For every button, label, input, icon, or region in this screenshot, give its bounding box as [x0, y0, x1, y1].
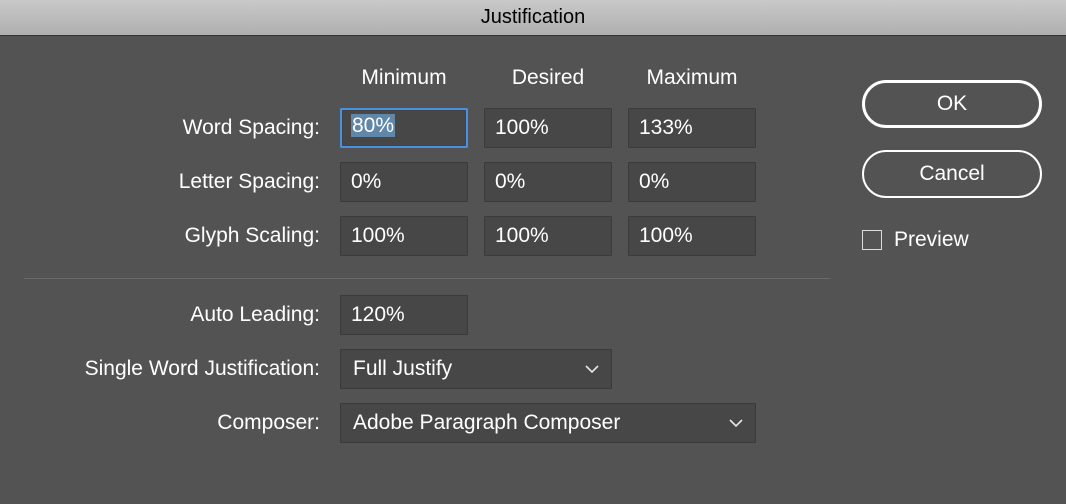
composer-label: Composer:: [24, 411, 324, 435]
preview-label: Preview: [894, 228, 969, 252]
lower-grid: Auto Leading: Single Word Justification:…: [24, 295, 830, 443]
side-column: OK Cancel Preview: [862, 66, 1042, 443]
single-word-label: Single Word Justification:: [24, 357, 324, 381]
glyph-scaling-label: Glyph Scaling:: [24, 224, 324, 248]
chevron-down-icon: [585, 365, 599, 373]
ok-button[interactable]: OK: [862, 80, 1042, 128]
word-spacing-max-input[interactable]: [628, 108, 756, 148]
word-spacing-min-input[interactable]: 80%: [340, 108, 468, 148]
preview-checkbox-row[interactable]: Preview: [862, 228, 1042, 252]
word-spacing-label: Word Spacing:: [24, 116, 324, 140]
composer-select[interactable]: Adobe Paragraph Composer: [340, 403, 756, 443]
single-word-select[interactable]: Full Justify: [340, 349, 612, 389]
main-column: Minimum Desired Maximum Word Spacing: 80…: [24, 66, 830, 443]
col-header-maximum: Maximum: [628, 66, 756, 94]
col-header-minimum: Minimum: [340, 66, 468, 94]
single-word-value: Full Justify: [353, 357, 452, 381]
col-header-desired: Desired: [484, 66, 612, 94]
preview-checkbox[interactable]: [862, 230, 882, 250]
glyph-scaling-des-input[interactable]: [484, 216, 612, 256]
separator: [24, 278, 830, 279]
titlebar: Justification: [0, 0, 1066, 36]
letter-spacing-min-input[interactable]: [340, 162, 468, 202]
dialog-title: Justification: [481, 6, 586, 29]
composer-value: Adobe Paragraph Composer: [353, 411, 620, 435]
letter-spacing-max-input[interactable]: [628, 162, 756, 202]
letter-spacing-label: Letter Spacing:: [24, 170, 324, 194]
letter-spacing-des-input[interactable]: [484, 162, 612, 202]
auto-leading-label: Auto Leading:: [24, 303, 324, 327]
glyph-scaling-min-input[interactable]: [340, 216, 468, 256]
cancel-button[interactable]: Cancel: [862, 150, 1042, 198]
spacing-grid: Minimum Desired Maximum Word Spacing: 80…: [24, 66, 830, 256]
glyph-scaling-max-input[interactable]: [628, 216, 756, 256]
chevron-down-icon: [729, 419, 743, 427]
auto-leading-input[interactable]: [340, 295, 468, 335]
word-spacing-des-input[interactable]: [484, 108, 612, 148]
dialog-body: Minimum Desired Maximum Word Spacing: 80…: [0, 36, 1066, 467]
